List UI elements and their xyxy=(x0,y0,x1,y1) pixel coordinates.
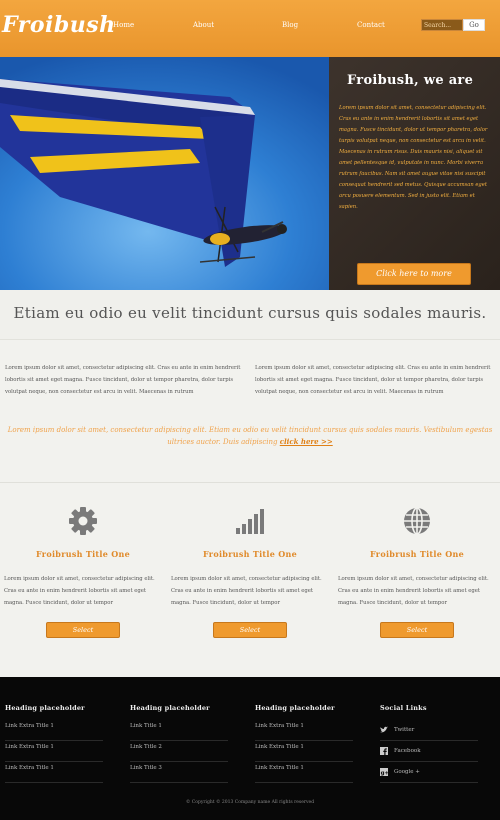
feature-text: Lorem ipsum dolor sit amet, consectetur … xyxy=(338,576,489,606)
footer-link[interactable]: Link Extra Title 1 xyxy=(255,720,353,741)
google-plus-icon: g+ xyxy=(380,768,390,776)
svg-text:g+: g+ xyxy=(381,770,388,776)
social-links: Social Links Twitter Facebook g+ Google … xyxy=(380,704,478,783)
select-button[interactable]: Select xyxy=(380,622,454,638)
select-button[interactable]: Select xyxy=(213,622,287,638)
footer-link[interactable]: Link Title 3 xyxy=(130,762,228,783)
nav-about[interactable]: About xyxy=(193,21,214,29)
divider xyxy=(0,482,500,483)
highlight-link[interactable]: click here >> xyxy=(280,437,333,446)
footer-link[interactable]: Link Title 1 xyxy=(130,720,228,741)
highlight-body: Lorem ipsum dolor sit amet, consectetur … xyxy=(7,426,493,446)
footer-column: Heading placeholder Link Extra Title 1 L… xyxy=(5,704,103,783)
gear-icon xyxy=(68,506,98,536)
footer-column: Heading placeholder Link Extra Title 1 L… xyxy=(255,704,353,783)
social-label: Google + xyxy=(394,769,420,775)
social-heading: Social Links xyxy=(380,704,427,712)
logo[interactable]: Froibush xyxy=(2,12,116,38)
hero-title: Froibush, we are xyxy=(347,73,474,88)
feature-title: Froibrush Title One xyxy=(35,549,131,559)
social-link-facebook[interactable]: Facebook xyxy=(380,741,478,762)
twitter-icon xyxy=(380,726,388,734)
nav-home[interactable]: Home xyxy=(113,21,134,29)
intro-text-left: Lorem ipsum dolor sit amet, consectetur … xyxy=(5,365,241,395)
social-link-google-plus[interactable]: g+ Google + xyxy=(380,762,478,783)
search-button[interactable]: Go xyxy=(463,19,485,31)
hang-glider-image xyxy=(0,57,329,290)
footer-link[interactable]: Link Extra Title 1 xyxy=(5,720,103,741)
footer-link[interactable]: Link Extra Title 1 xyxy=(5,762,103,783)
footer-heading: Heading placeholder xyxy=(130,704,210,712)
site-header: Froibush Home About Blog Contact Search.… xyxy=(0,0,500,57)
intro-text-right: Lorem ipsum dolor sit amet, consectetur … xyxy=(255,365,491,395)
site-footer: Heading placeholder Link Extra Title 1 L… xyxy=(0,677,500,820)
nav-blog[interactable]: Blog xyxy=(282,21,298,29)
copyright: © Copyright © 2013 Company name All righ… xyxy=(185,800,315,805)
footer-link[interactable]: Link Extra Title 1 xyxy=(255,762,353,783)
hero-text: Lorem ipsum dolor sit amet, consectetur … xyxy=(339,105,488,210)
footer-heading: Heading placeholder xyxy=(255,704,335,712)
search-input[interactable]: Search... xyxy=(421,19,463,31)
signal-bars-icon xyxy=(235,506,265,536)
feature-text: Lorem ipsum dolor sit amet, consectetur … xyxy=(4,576,155,606)
footer-link[interactable]: Link Extra Title 1 xyxy=(5,741,103,762)
social-label: Facebook xyxy=(394,748,421,754)
social-label: Twitter xyxy=(394,727,415,733)
feature-title: Froibrush Title One xyxy=(202,549,298,559)
click-here-button[interactable]: Click here to more xyxy=(357,263,471,285)
search-form: Search... Go xyxy=(421,19,485,31)
footer-column: Heading placeholder Link Title 1 Link Ti… xyxy=(130,704,228,783)
feature-title: Froibrush Title One xyxy=(369,549,465,559)
tagline: Etiam eu odio eu velit tincidunt cursus … xyxy=(13,304,487,322)
hero-panel: Froibush, we are Lorem ipsum dolor sit a… xyxy=(329,57,500,290)
highlight-text: Lorem ipsum dolor sit amet, consectetur … xyxy=(4,424,496,448)
globe-icon xyxy=(402,506,432,536)
footer-heading: Heading placeholder xyxy=(5,704,85,712)
footer-link[interactable]: Link Title 2 xyxy=(130,741,228,762)
hero-section: Froibush, we are Lorem ipsum dolor sit a… xyxy=(0,57,500,290)
feature-text: Lorem ipsum dolor sit amet, consectetur … xyxy=(171,576,322,606)
nav-contact[interactable]: Contact xyxy=(357,21,385,29)
tagline-section: Etiam eu odio eu velit tincidunt cursus … xyxy=(0,290,500,340)
footer-link[interactable]: Link Extra Title 1 xyxy=(255,741,353,762)
select-button[interactable]: Select xyxy=(46,622,120,638)
facebook-icon xyxy=(380,747,388,755)
social-link-twitter[interactable]: Twitter xyxy=(380,720,478,741)
